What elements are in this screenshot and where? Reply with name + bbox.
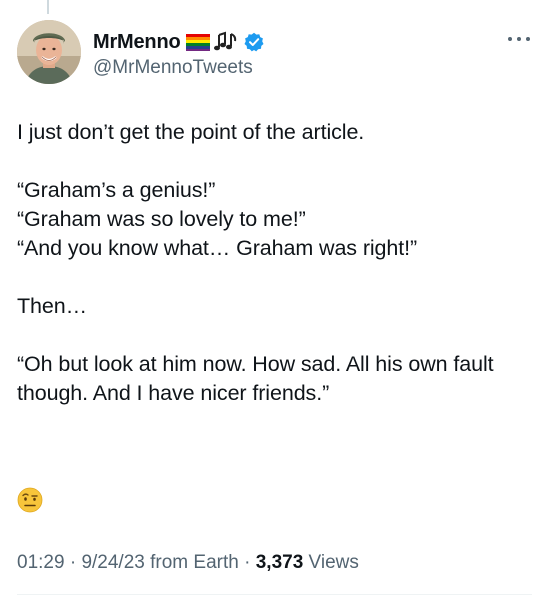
tweet-source: from Earth <box>150 552 239 573</box>
views-label: Views <box>308 552 359 573</box>
author-handle[interactable]: @MrMennoTweets <box>93 57 264 79</box>
tweet-line: “And you know what… Graham was right!” <box>17 236 418 260</box>
tweet-line: I just don’t get the point of the articl… <box>17 120 365 144</box>
meta-separator: · <box>244 552 251 573</box>
name-row: MrMenno <box>93 29 264 55</box>
verified-badge-icon <box>244 32 264 52</box>
meta-separator: · <box>69 552 77 573</box>
tweet-header: MrMenno @MrMennoTweets <box>17 20 532 92</box>
author-info: MrMenno @MrMennoTweets <box>93 29 264 79</box>
views-count[interactable]: 3,373 <box>256 552 304 573</box>
tweet-text: I just don’t get the point of the articl… <box>17 118 532 408</box>
thread-connector-line <box>47 0 49 14</box>
musical-notes-icon <box>213 31 239 53</box>
tweet-line: “Graham was so lovely to me!” <box>17 207 306 231</box>
tweet-line: Then… <box>17 294 88 318</box>
divider <box>17 594 532 595</box>
tweet-line: “Oh but look at him now. How sad. All hi… <box>17 352 494 405</box>
display-name[interactable]: MrMenno <box>93 31 181 54</box>
rainbow-flag-icon <box>186 33 211 51</box>
tweet-line: “Graham’s a genius!” <box>17 178 216 202</box>
face-with-raised-eyebrow-icon <box>17 487 43 513</box>
tweet-date[interactable]: 9/24/23 <box>81 552 144 573</box>
more-options-icon[interactable] <box>506 32 532 44</box>
tweet-time[interactable]: 01:29 <box>17 552 65 573</box>
avatar[interactable] <box>17 20 81 84</box>
tweet-meta: 01:29 · 9/24/23 from Earth · 3,373 Views <box>17 551 359 575</box>
